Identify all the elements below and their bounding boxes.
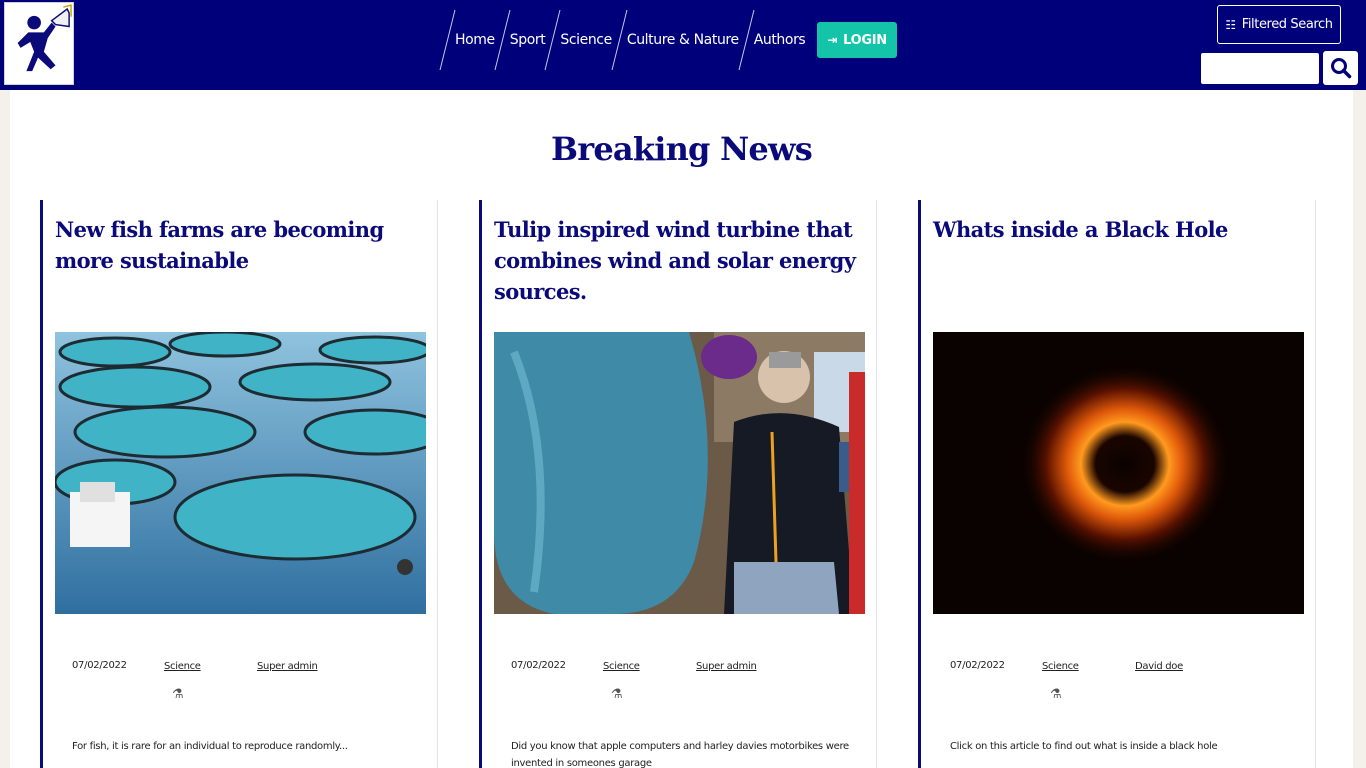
card-title[interactable]: Tulip inspired wind turbine that combine…: [494, 214, 864, 307]
nav-home[interactable]: Home: [455, 10, 495, 70]
search-input[interactable]: [1201, 53, 1319, 84]
card-title[interactable]: Whats inside a Black Hole: [933, 214, 1303, 245]
nav-sport[interactable]: Sport: [510, 10, 546, 70]
wind-turbine-image: [494, 332, 865, 614]
card-author-link[interactable]: Super admin: [257, 661, 318, 672]
card-date: 07/02/2022: [511, 660, 566, 671]
card-author-link[interactable]: David doe: [1135, 661, 1183, 672]
search-icon: [1330, 58, 1351, 79]
top-navbar: Home Sport Science Culture & Nature Auth…: [0, 0, 1366, 90]
card-image-fish-farm[interactable]: [55, 332, 426, 614]
news-card[interactable]: Tulip inspired wind turbine that combine…: [479, 200, 877, 768]
card-author-link[interactable]: Super admin: [696, 661, 757, 672]
fish-farm-image: [55, 332, 426, 614]
news-card[interactable]: Whats inside a Black Hole 07/02/2022 Sci…: [918, 200, 1316, 768]
login-icon: ⇥: [827, 33, 838, 47]
card-category-link[interactable]: Science: [603, 661, 640, 672]
nav-separator: [738, 10, 755, 70]
nav-separator: [611, 10, 628, 70]
card-date: 07/02/2022: [950, 660, 1005, 671]
login-button[interactable]: ⇥ LOGIN: [817, 22, 897, 58]
filtered-search-label: Filtered Search: [1241, 17, 1333, 32]
card-excerpt: For fish, it is rare for an individual t…: [72, 741, 348, 752]
card-excerpt: Click on this article to find out what i…: [950, 741, 1218, 752]
news-card[interactable]: New fish farms are becoming more sustain…: [40, 200, 438, 768]
page-title: Breaking News: [551, 130, 813, 168]
nav-separator: [494, 10, 511, 70]
nav-science[interactable]: Science: [560, 10, 612, 70]
nav-authors[interactable]: Authors: [754, 10, 806, 70]
card-date: 07/02/2022: [72, 660, 127, 671]
nav-separator: [544, 10, 561, 70]
flask-icon: ⚗: [1050, 686, 1062, 701]
site-logo[interactable]: [4, 2, 74, 85]
flask-icon: ⚗: [172, 686, 184, 701]
login-label: LOGIN: [843, 32, 887, 48]
runner-megaphone-icon: [17, 4, 72, 72]
sliders-icon: ☷: [1225, 17, 1236, 32]
search-button[interactable]: [1323, 51, 1358, 85]
flask-icon: ⚗: [611, 686, 623, 701]
black-hole-image: [933, 332, 1304, 614]
main-nav: Home Sport Science Culture & Nature Auth…: [439, 10, 897, 70]
filtered-search-button[interactable]: ☷ Filtered Search: [1217, 5, 1341, 44]
card-category-link[interactable]: Science: [164, 661, 201, 672]
main-content: Breaking News New fish farms are becomin…: [10, 90, 1353, 768]
card-excerpt: Did you know that apple computers and ha…: [511, 741, 849, 768]
card-image-black-hole[interactable]: [933, 332, 1304, 614]
nav-separator: [439, 10, 456, 70]
card-image-wind-turbine[interactable]: [494, 332, 865, 614]
nav-culture-nature[interactable]: Culture & Nature: [627, 10, 739, 70]
card-title[interactable]: New fish farms are becoming more sustain…: [55, 214, 425, 276]
card-category-link[interactable]: Science: [1042, 661, 1079, 672]
